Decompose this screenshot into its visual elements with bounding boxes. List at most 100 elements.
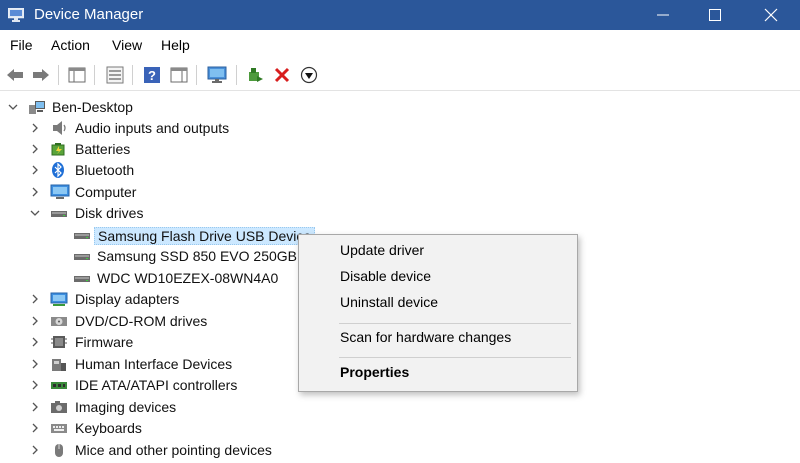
context-menu-separator <box>339 357 571 358</box>
svg-text:?: ? <box>148 68 156 83</box>
chevron-down-icon[interactable] <box>30 208 40 218</box>
toolbar: ? <box>0 60 800 91</box>
tree-category-disk-drives[interactable]: Disk drives <box>0 203 300 224</box>
update-driver-icon <box>249 68 263 82</box>
camera-icon <box>50 399 68 415</box>
context-menu-uninstall-device[interactable]: Uninstall device <box>299 290 577 316</box>
chevron-right-icon[interactable] <box>30 445 40 455</box>
context-menu-item-label: Scan for hardware changes <box>340 329 512 345</box>
chevron-right-icon[interactable] <box>30 380 40 390</box>
tree-device-label: Samsung SSD 850 EVO 250GB <box>97 248 297 264</box>
tree-category-batteries[interactable]: Batteries <box>0 139 300 160</box>
device-manager-app-icon <box>7 7 25 22</box>
properties-pane-button[interactable] <box>66 64 88 86</box>
dvd-drive-icon <box>50 313 68 329</box>
chevron-right-icon[interactable] <box>30 359 40 369</box>
menu-bar: File Action View Help <box>0 32 800 58</box>
tree-category-audio[interactable]: Audio inputs and outputs <box>0 118 300 139</box>
chevron-right-icon[interactable] <box>30 294 40 304</box>
chevron-right-icon[interactable] <box>30 144 40 154</box>
show-hide-console-tree-button[interactable] <box>104 64 126 86</box>
computer-root-icon <box>28 99 46 115</box>
tree-category-label: Imaging devices <box>75 399 177 415</box>
action-pane-button[interactable] <box>168 64 190 86</box>
maximize-button[interactable] <box>692 0 738 30</box>
menu-action[interactable]: Action <box>51 37 90 53</box>
tree-category-label: Firmware <box>75 334 134 350</box>
ide-controller-icon <box>50 377 68 393</box>
tree-root[interactable]: Ben-Desktop <box>0 97 300 118</box>
context-menu-properties[interactable]: Properties <box>299 360 577 386</box>
tree-category-label: Disk drives <box>75 205 144 221</box>
back-arrow-icon <box>7 69 23 81</box>
context-menu-disable-device[interactable]: Disable device <box>299 264 577 290</box>
update-driver-button[interactable] <box>244 64 266 86</box>
window-title: Device Manager <box>34 6 144 23</box>
disk-drive-icon <box>73 270 91 286</box>
context-menu-separator <box>339 323 571 324</box>
minimize-button[interactable] <box>640 0 686 30</box>
tree-device-label: Samsung Flash Drive USB Device <box>94 227 316 245</box>
tree-category-firmware[interactable]: Firmware <box>0 332 300 353</box>
tree-device-samsung-flash-drive[interactable]: Samsung Flash Drive USB Device <box>0 225 316 246</box>
tree-device-samsung-ssd[interactable]: Samsung SSD 850 EVO 250GB <box>0 246 300 267</box>
tree-category-ide-controllers[interactable]: IDE ATA/ATAPI controllers <box>0 375 300 396</box>
properties-pane-icon <box>68 67 86 83</box>
forward-button[interactable] <box>30 64 52 86</box>
tree-category-label: Mice and other pointing devices <box>75 442 272 458</box>
uninstall-button[interactable] <box>271 64 293 86</box>
context-menu-item-label: Disable device <box>340 268 432 284</box>
context-menu-item-label: Uninstall device <box>340 294 439 310</box>
scan-hardware-button[interactable] <box>205 64 227 86</box>
chevron-right-icon[interactable] <box>30 165 40 175</box>
show-hide-console-tree-icon <box>106 66 124 84</box>
close-icon <box>764 8 778 22</box>
tree-category-bluetooth[interactable]: Bluetooth <box>0 160 300 181</box>
maximize-icon <box>709 9 721 21</box>
chevron-down-icon[interactable] <box>8 102 18 112</box>
context-menu-update-driver[interactable]: Update driver <box>299 238 577 264</box>
disk-drive-icon <box>73 227 91 243</box>
tree-category-display-adapters[interactable]: Display adapters <box>0 289 300 310</box>
computer-icon <box>50 184 70 200</box>
tree-category-label: Bluetooth <box>75 162 135 178</box>
context-menu: Update driver Disable device Uninstall d… <box>298 234 578 392</box>
disk-drive-icon <box>73 248 91 264</box>
tree-category-hid[interactable]: Human Interface Devices <box>0 354 300 375</box>
uninstall-red-x-icon <box>274 67 290 83</box>
context-menu-scan-hardware[interactable]: Scan for hardware changes <box>299 325 577 351</box>
tree-category-label: Keyboards <box>75 420 142 436</box>
tree-category-computer[interactable]: Computer <box>0 182 300 203</box>
tree-device-wdc-hdd[interactable]: WDC WD10EZEX-08WN4A0 <box>0 268 300 289</box>
chevron-right-icon[interactable] <box>30 316 40 326</box>
back-button[interactable] <box>4 64 26 86</box>
disk-drive-icon <box>50 205 68 221</box>
tree-category-keyboards[interactable]: Keyboards <box>0 418 300 439</box>
close-button[interactable] <box>748 0 794 30</box>
help-button[interactable]: ? <box>141 64 163 86</box>
tree-category-dvd-drives[interactable]: DVD/CD-ROM drives <box>0 311 300 332</box>
menu-help[interactable]: Help <box>161 37 190 53</box>
tree-category-imaging-devices[interactable]: Imaging devices <box>0 397 300 418</box>
tree-category-label: IDE ATA/ATAPI controllers <box>75 377 238 393</box>
menu-file[interactable]: File <box>10 37 33 53</box>
mouse-icon <box>50 442 68 458</box>
speaker-icon <box>50 120 68 136</box>
hid-icon <box>50 356 68 372</box>
menu-view[interactable]: View <box>112 37 142 53</box>
enable-device-button[interactable] <box>298 64 320 86</box>
tree-category-label: Audio inputs and outputs <box>75 120 230 136</box>
download-circle-icon <box>300 66 318 84</box>
tree-root-label: Ben-Desktop <box>52 99 133 115</box>
chevron-right-icon[interactable] <box>30 402 40 412</box>
tree-category-mice[interactable]: Mice and other pointing devices <box>0 440 300 461</box>
chevron-right-icon[interactable] <box>30 337 40 347</box>
chevron-right-icon[interactable] <box>30 123 40 133</box>
tree-category-label: Human Interface Devices <box>75 356 233 372</box>
toolbar-separator <box>236 65 237 85</box>
tree-category-label: Batteries <box>75 141 131 157</box>
minimize-icon <box>657 14 669 16</box>
chevron-right-icon[interactable] <box>30 423 40 433</box>
chevron-right-icon[interactable] <box>30 187 40 197</box>
device-manager-window: Device Manager File Action View Help ? B… <box>0 0 800 462</box>
